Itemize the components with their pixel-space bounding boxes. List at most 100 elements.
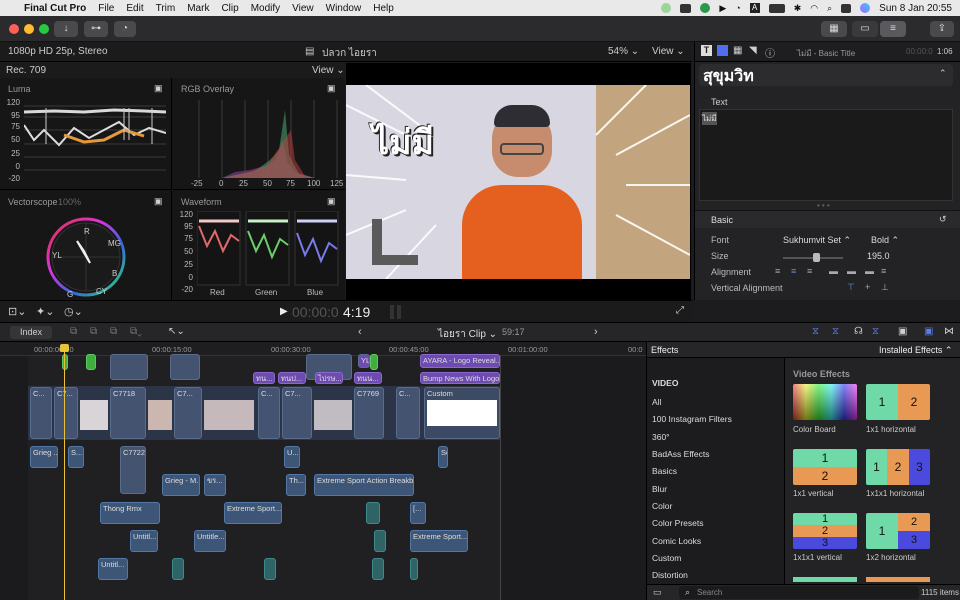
justify-center-icon[interactable]: ▬ [847, 266, 856, 276]
scopes-view-menu[interactable]: View ⌄ [312, 65, 345, 76]
title-clip[interactable]: ไปรษ... [315, 372, 343, 384]
app-menu[interactable]: Final Cut Pro [24, 3, 86, 14]
category-badass[interactable]: BadAss Effects [652, 449, 709, 459]
valign-top-icon[interactable]: ⊤ [847, 282, 855, 293]
play-button[interactable]: ▶ [280, 306, 288, 317]
status-clock-icon[interactable]: ◔ [735, 3, 740, 13]
audio-clip[interactable]: Untitl... [98, 558, 128, 580]
title-clip[interactable]: ทนน... [354, 372, 382, 384]
audio-clip[interactable]: [... [410, 502, 426, 524]
title-clip-yl[interactable]: YL [358, 354, 370, 368]
align-right-icon[interactable]: ≡ [807, 266, 812, 276]
browser-toggle-icon[interactable]: ▦ [821, 21, 847, 37]
effects-browser-icon[interactable]: ▣ [924, 326, 933, 337]
headphones-icon[interactable]: ☊ [854, 326, 863, 337]
primary-clip[interactable]: C7769 [354, 387, 384, 439]
custom-clip[interactable]: Custom [424, 387, 500, 439]
playhead-handle[interactable] [60, 344, 69, 352]
menu-window[interactable]: Window [326, 3, 362, 14]
battery-icon[interactable] [768, 3, 785, 13]
audio-clip[interactable]: Untitle... [194, 530, 226, 552]
scope-settings-icon[interactable]: ▣ [327, 196, 336, 207]
clock-text[interactable]: Sun 8 Jan 20:55 [879, 3, 952, 14]
category-all[interactable]: All [652, 397, 661, 407]
category-custom[interactable]: Custom [652, 553, 681, 563]
status-play-icon[interactable]: ▶ [719, 3, 726, 14]
connect-clip-icon[interactable]: ⧉ [70, 326, 77, 337]
view-menu[interactable]: View ⌄ [652, 46, 685, 57]
effect-thumbnail-partial[interactable] [793, 577, 857, 582]
search-icon[interactable]: ⌕ [827, 3, 832, 14]
category-blur[interactable]: Blur [652, 484, 667, 494]
sidebar-toggle-icon[interactable]: ▭ [653, 587, 662, 598]
effect-thumbnail-partial[interactable] [866, 577, 930, 582]
skimming-icon[interactable]: ⧖ [832, 326, 839, 337]
video-clip[interactable] [410, 558, 418, 580]
menu-file[interactable]: File [98, 3, 114, 14]
timeline[interactable]: 00:00:00:00 00:00:15:00 00:00:30:00 00:0… [0, 342, 646, 600]
history-forward-icon[interactable]: › [594, 326, 598, 338]
effect-1x1-horizontal[interactable]: 1 2 [866, 384, 930, 420]
overwrite-clip-icon[interactable]: ⧉⌄ [130, 326, 142, 337]
minimize-window-button[interactable] [24, 24, 34, 34]
resize-handle[interactable]: • • • [817, 201, 830, 210]
audio-clip[interactable]: S... [68, 446, 84, 468]
title-clip[interactable]: ทนป... [278, 372, 306, 384]
category-360[interactable]: 360° [652, 432, 670, 442]
justify-full-icon[interactable]: ≡ [881, 266, 886, 276]
size-slider-knob[interactable] [813, 253, 820, 262]
effect-1x1-vertical[interactable]: 1 2 [793, 449, 857, 485]
video-clip[interactable] [170, 354, 200, 380]
menu-mark[interactable]: Mark [187, 3, 209, 14]
audio-clip[interactable]: Grieg ... [30, 446, 58, 468]
primary-clip[interactable]: C... [258, 387, 280, 439]
menu-trim[interactable]: Trim [156, 3, 176, 14]
justify-right-icon[interactable]: ▬ [865, 266, 874, 276]
video-viewer[interactable]: ไม่มี [346, 85, 690, 279]
category-comic-looks[interactable]: Comic Looks [652, 536, 701, 546]
title-clip-bump-news[interactable]: Bump News With Logo [420, 372, 500, 384]
scope-settings-icon[interactable]: ▣ [154, 196, 163, 207]
close-window-button[interactable] [9, 24, 19, 34]
effect-1x1x1-vertical[interactable]: 1 2 3 [793, 513, 857, 549]
audio-clip-extreme-sport[interactable]: Extreme Sport Action Breakb... [314, 474, 414, 496]
align-center-icon[interactable]: ≡ [791, 266, 796, 276]
audio-clip[interactable]: Sc... [438, 446, 448, 468]
bluetooth-icon[interactable]: ✱ [794, 3, 802, 14]
text-inspector-icon[interactable]: T [701, 45, 712, 56]
menu-edit[interactable]: Edit [126, 3, 143, 14]
menu-clip[interactable]: Clip [221, 3, 238, 14]
project-name[interactable]: ปลวก ไอยรา [322, 46, 377, 61]
primary-clip[interactable]: C7... [54, 387, 78, 439]
video-clip[interactable] [372, 558, 384, 580]
audio-clip[interactable]: Untitl... [130, 530, 158, 552]
title-overlay[interactable]: ไม่มี [372, 115, 434, 169]
insert-clip-icon[interactable]: ⧉ [90, 326, 97, 337]
enhance-icon[interactable]: ✦⌄ [36, 305, 54, 318]
font-weight-popup[interactable]: Bold ⌃ [871, 235, 899, 246]
audio-clip-extreme-sport[interactable]: Extreme Sport... [224, 502, 282, 524]
import-icon[interactable]: ↓ [54, 21, 78, 37]
siri-icon[interactable] [860, 3, 871, 13]
share-icon[interactable]: ⇪ [930, 21, 954, 37]
primary-clip[interactable]: C... [396, 387, 420, 439]
transform-icon[interactable]: ⊡⌄ [8, 305, 26, 318]
category-basics[interactable]: Basics [652, 466, 677, 476]
control-center-icon[interactable] [841, 3, 852, 13]
justify-left-icon[interactable]: ▬ [829, 266, 838, 276]
timeline-toggle-icon[interactable]: ▭ [852, 21, 878, 37]
audio-clip[interactable]: U... [284, 446, 300, 468]
title-inspector-icon[interactable] [717, 45, 728, 56]
video-clip[interactable] [110, 354, 148, 380]
status-a-icon[interactable]: A [749, 3, 760, 13]
audio-clip[interactable]: Grieg - M... [162, 474, 200, 496]
video-clip[interactable] [374, 530, 386, 552]
clip-appearance-icon[interactable]: ▣ [898, 326, 907, 337]
generator-clip[interactable] [62, 354, 68, 370]
audio-clip-thong-rmx[interactable]: Thong Rmx [100, 502, 160, 524]
history-back-icon[interactable]: ‹ [358, 326, 362, 338]
select-tool-icon[interactable]: ↖⌄ [168, 326, 185, 337]
fullscreen-icon[interactable]: ⤢ [676, 305, 684, 316]
effect-1x2-horizontal[interactable]: 1 2 3 [866, 513, 930, 549]
valign-bottom-icon[interactable]: ⊥ [881, 282, 889, 293]
